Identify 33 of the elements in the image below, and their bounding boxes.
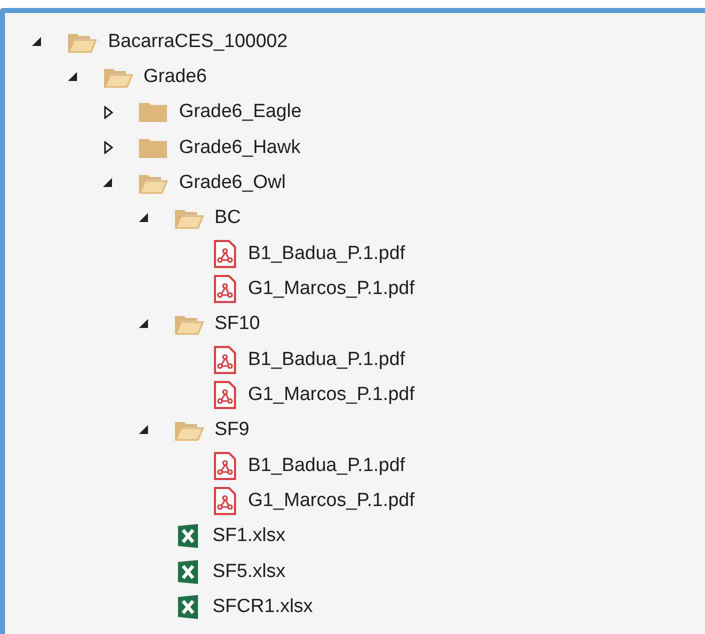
- open-folder-icon: [174, 313, 204, 336]
- spreadsheet-file-icon: [178, 560, 198, 584]
- file-name[interactable]: SF1.xlsx: [212, 525, 286, 548]
- open-folder-icon: [138, 172, 168, 194]
- spreadsheet-file-icon: [178, 595, 198, 620]
- file-name[interactable]: SF5.xlsx: [212, 560, 286, 583]
- file-name[interactable]: G1_Marcos_P.1.pdf: [248, 490, 415, 512]
- folder-name[interactable]: Grade6_Hawk: [179, 136, 300, 159]
- file-name[interactable]: G1_Marcos_P.1.pdf: [248, 384, 415, 406]
- folder-name[interactable]: Grade6: [144, 66, 207, 88]
- folder-name[interactable]: SF10: [214, 313, 260, 336]
- pdf-file-icon: [213, 346, 237, 374]
- file-name[interactable]: B1_Badua_P.1.pdf: [248, 242, 406, 265]
- folder-name[interactable]: Grade6_Owl: [179, 172, 286, 194]
- file-name[interactable]: G1_Marcos_P.1.pdf: [248, 278, 415, 300]
- pdf-file-icon: [213, 240, 237, 268]
- folder-name[interactable]: BC: [214, 207, 241, 230]
- folder-name[interactable]: BacarraCES_100002: [108, 30, 288, 53]
- open-folder-icon: [174, 207, 204, 230]
- folder-icon: [138, 101, 168, 124]
- pdf-file-icon: [213, 275, 237, 304]
- file-name[interactable]: B1_Badua_P.1.pdf: [248, 348, 406, 371]
- pdf-file-icon: [213, 487, 237, 516]
- folder-name[interactable]: Grade6_Eagle: [179, 101, 302, 124]
- spreadsheet-file-icon: [178, 524, 198, 548]
- folder-name[interactable]: SF9: [214, 419, 250, 442]
- open-folder-icon: [102, 66, 132, 88]
- pdf-file-icon: [213, 452, 237, 480]
- pdf-file-icon: [213, 381, 237, 410]
- file-name[interactable]: SFCR1.xlsx: [212, 596, 313, 618]
- open-folder-icon: [174, 419, 204, 442]
- file-name[interactable]: B1_Badua_P.1.pdf: [248, 454, 406, 477]
- folder-icon: [138, 136, 168, 159]
